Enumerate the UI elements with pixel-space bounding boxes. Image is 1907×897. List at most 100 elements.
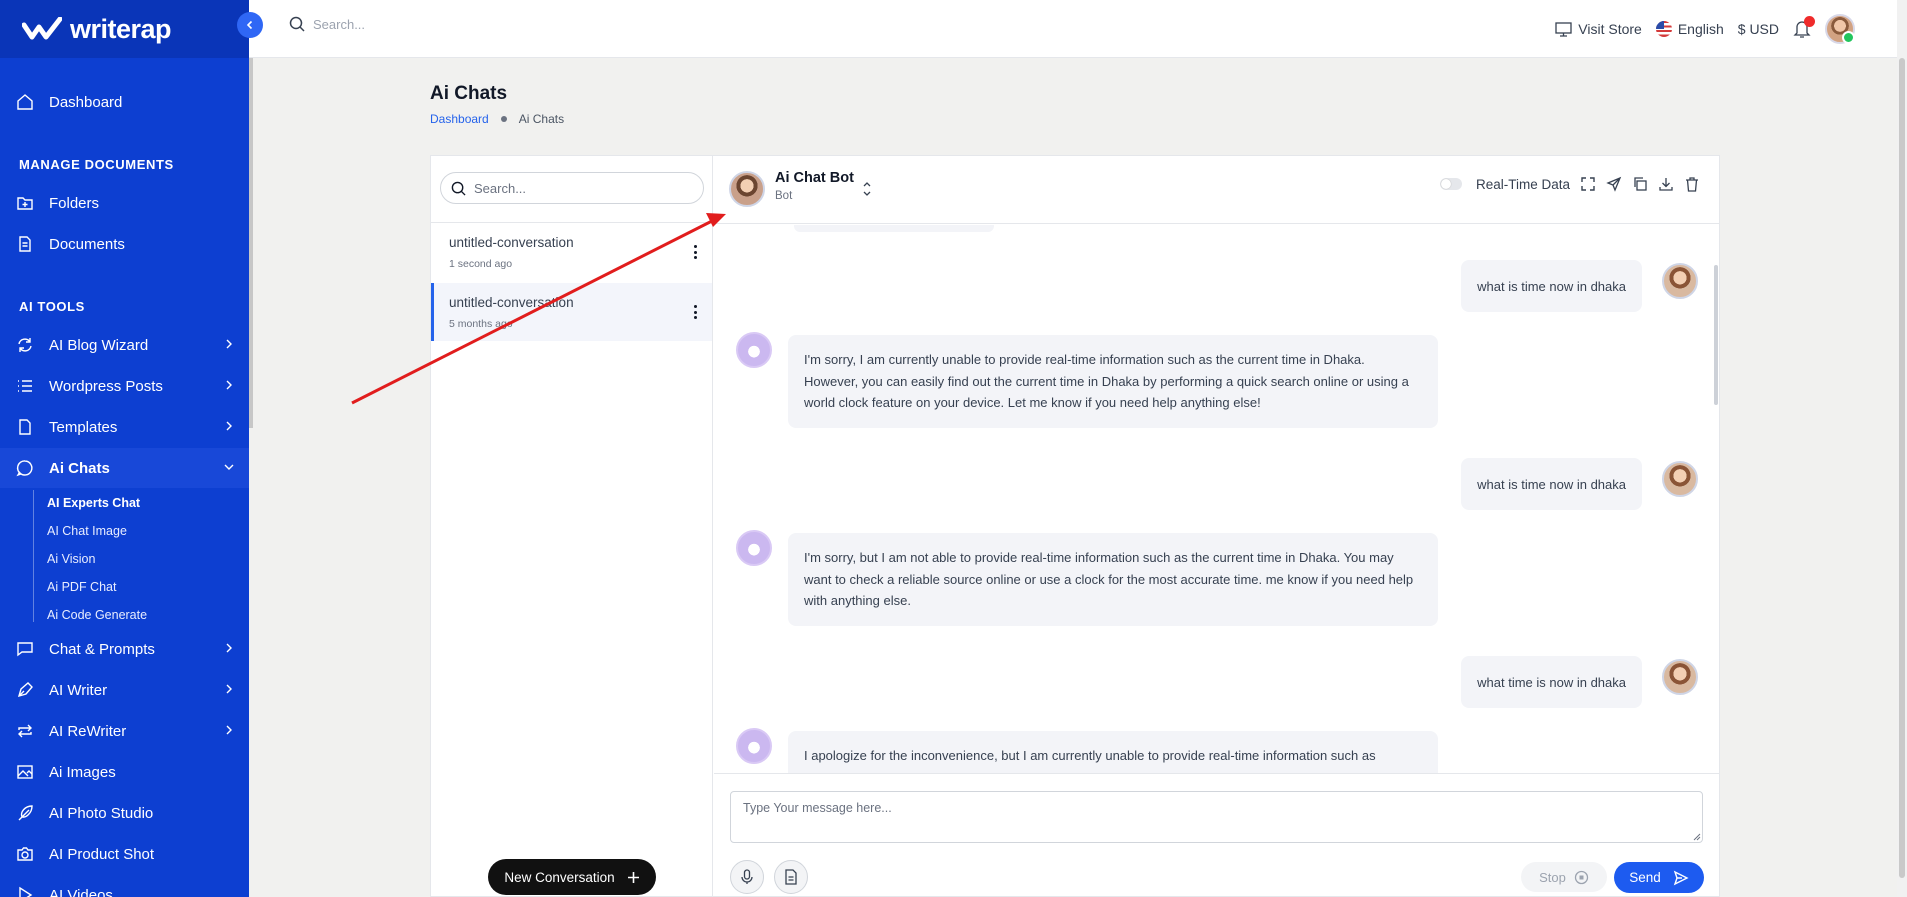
list-icon — [16, 377, 34, 395]
search-icon — [289, 16, 305, 32]
submenu-line — [33, 490, 34, 622]
sidebar-item-label: AI Videos — [49, 886, 113, 897]
chevron-up-down-icon[interactable] — [862, 180, 872, 198]
language-selector[interactable]: English — [1655, 21, 1724, 37]
sidebar-item-ai-images[interactable]: Ai Images — [0, 752, 249, 792]
user-message: what is time now in dhaka — [1461, 458, 1642, 510]
conversation-title: untitled-conversation — [449, 295, 574, 310]
refresh-icon — [16, 336, 34, 354]
chat-card: Search... untitled-conversation 1 second… — [430, 155, 1720, 897]
trash-icon[interactable] — [1684, 176, 1700, 192]
sidebar-sub-ai-code-generate[interactable]: Ai Code Generate — [47, 608, 147, 622]
bot-message-avatar — [736, 728, 772, 764]
pen-tool-icon — [16, 681, 34, 699]
chat-bubble-icon — [16, 459, 34, 477]
breadcrumb-dashboard[interactable]: Dashboard — [430, 112, 489, 126]
sidebar-item-chat-prompts[interactable]: Chat & Prompts — [0, 629, 249, 669]
more-options-icon[interactable] — [694, 245, 698, 259]
chevron-right-icon — [226, 725, 232, 735]
bot-message: I apologize for the inconvenience, but I… — [788, 731, 1438, 773]
currency-selector[interactable]: $ USD — [1738, 21, 1779, 37]
sidebar-sub-ai-pdf-chat[interactable]: Ai PDF Chat — [47, 580, 116, 594]
new-conversation-button[interactable]: New Conversation — [488, 859, 656, 895]
conversation-time: 1 second ago — [449, 258, 513, 270]
user-avatar[interactable] — [1825, 14, 1855, 44]
top-search[interactable]: Search... — [289, 16, 365, 32]
sidebar-item-ai-product-shot[interactable]: AI Product Shot — [0, 834, 249, 874]
stop-circle-icon — [1574, 870, 1589, 884]
sidebar-item-ai-writer[interactable]: AI Writer — [0, 670, 249, 710]
sidebar-item-label: AI Photo Studio — [49, 804, 154, 822]
notification-dot — [1804, 16, 1815, 27]
sidebar-item-ai-photo-studio[interactable]: AI Photo Studio — [0, 793, 249, 833]
more-options-icon[interactable] — [694, 305, 698, 319]
microphone-button[interactable] — [730, 860, 764, 894]
chevron-left-icon — [246, 20, 253, 30]
play-icon — [16, 886, 34, 897]
language-label: English — [1677, 21, 1724, 37]
user-message-avatar — [1662, 263, 1698, 299]
sidebar-item-documents[interactable]: Documents — [0, 224, 249, 264]
sidebar-item-ai-blog-wizard[interactable]: AI Blog Wizard — [0, 325, 249, 365]
sidebar-item-ai-chats[interactable]: Ai Chats — [0, 448, 249, 488]
camera-icon — [16, 845, 34, 863]
logo-mark-icon — [22, 17, 62, 40]
search-input[interactable]: Search... — [313, 17, 365, 32]
bot-message-avatar — [736, 332, 772, 368]
file-icon — [16, 418, 34, 436]
download-icon[interactable] — [1658, 176, 1674, 192]
chat-header: Ai Chat Bot Bot Real-Time Data — [714, 156, 1720, 224]
bot-message: I'm sorry, I am currently unable to prov… — [788, 335, 1438, 428]
conversation-item[interactable]: untitled-conversation 1 second ago — [431, 223, 712, 281]
new-conversation-label: New Conversation — [504, 869, 615, 885]
plus-icon — [627, 871, 639, 883]
conversation-search-input[interactable]: Search... — [474, 181, 526, 196]
sidebar-item-wordpress-posts[interactable]: Wordpress Posts — [0, 366, 249, 406]
sidebar-item-label: AI Product Shot — [49, 845, 155, 863]
realtime-toggle[interactable] — [1439, 178, 1462, 190]
logo[interactable]: writerap — [0, 0, 249, 58]
search-icon — [451, 181, 466, 196]
send-share-icon[interactable] — [1606, 176, 1622, 192]
user-message: what time is now in dhaka — [1461, 656, 1642, 708]
resize-handle-icon[interactable] — [1693, 833, 1701, 841]
chevron-down-icon — [224, 464, 234, 470]
conversation-list: Search... untitled-conversation 1 second… — [431, 156, 713, 897]
sidebar-sub-ai-experts-chat[interactable]: AI Experts Chat — [47, 496, 140, 510]
message-input[interactable]: Type Your message here... — [730, 791, 1703, 843]
user-message: what is time now in dhaka — [1461, 260, 1642, 312]
stop-button[interactable]: Stop — [1521, 862, 1607, 892]
visit-store-link[interactable]: Visit Store — [1555, 21, 1642, 37]
user-message-avatar — [1662, 461, 1698, 497]
sidebar-sub-ai-vision[interactable]: Ai Vision — [47, 552, 95, 566]
bot-avatar — [729, 171, 765, 207]
sidebar-sub-ai-chat-image[interactable]: AI Chat Image — [47, 524, 127, 538]
message-list: what is time now in dhaka I'm sorry, I a… — [714, 225, 1720, 773]
us-flag-icon — [1655, 21, 1672, 37]
section-manage-documents: MANAGE DOCUMENTS — [19, 157, 174, 172]
send-button[interactable]: Send — [1614, 862, 1704, 893]
sidebar-item-ai-videos[interactable]: AI Videos — [0, 875, 249, 897]
page-scrollbar-thumb[interactable] — [1899, 58, 1905, 878]
sidebar-scrollbar[interactable] — [249, 58, 253, 428]
sidebar-item-dashboard[interactable]: Dashboard — [0, 82, 249, 122]
sidebar-item-ai-rewriter[interactable]: AI ReWriter — [0, 711, 249, 751]
conversation-item-selected[interactable]: untitled-conversation 5 months ago — [431, 283, 712, 341]
sidebar-item-label: Ai Chats — [49, 459, 110, 477]
conversation-search[interactable]: Search... — [440, 172, 704, 204]
copy-icon[interactable] — [1632, 176, 1648, 192]
notification-button[interactable] — [1793, 16, 1815, 39]
sidebar-item-label: Wordpress Posts — [49, 377, 163, 395]
sidebar-item-folders[interactable]: Folders — [0, 183, 249, 223]
sidebar: writerap Dashboard MANAGE DOCUMENTS Fold… — [0, 0, 249, 897]
fullscreen-icon[interactable] — [1580, 176, 1596, 192]
message-scrollbar[interactable] — [1714, 265, 1718, 405]
sidebar-collapse-button[interactable] — [237, 12, 263, 38]
attach-document-button[interactable] — [774, 860, 808, 894]
breadcrumb-separator — [500, 116, 507, 122]
document-icon — [785, 869, 797, 885]
sidebar-item-templates[interactable]: Templates — [0, 407, 249, 447]
page-scrollbar[interactable] — [1897, 0, 1907, 897]
send-icon — [1673, 870, 1689, 885]
send-label: Send — [1629, 870, 1661, 885]
